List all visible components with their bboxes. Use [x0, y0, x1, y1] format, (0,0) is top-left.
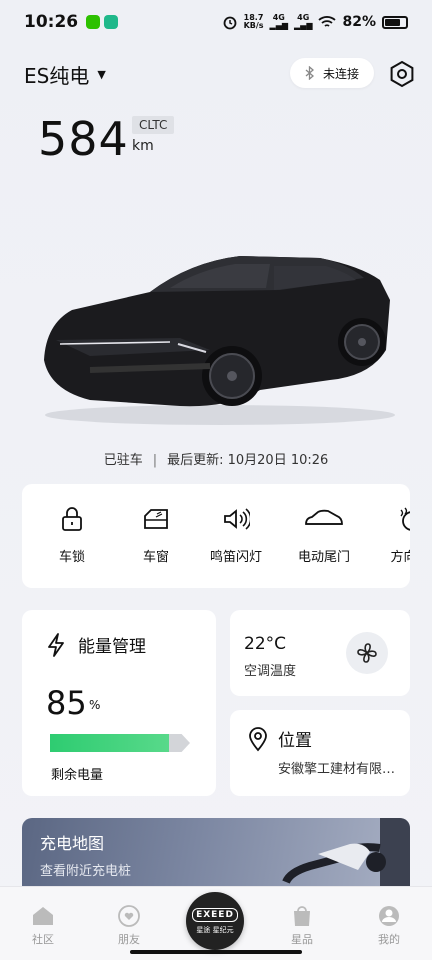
nav-profile[interactable]: 我的 — [359, 905, 419, 947]
model-selector[interactable]: ES纯电 ▼ — [24, 60, 106, 89]
brand-subtitle: 星途 星纪元 — [196, 925, 234, 934]
power-tailgate-control[interactable]: 电动尾门 — [284, 506, 364, 565]
friends-icon — [118, 905, 140, 927]
window-control[interactable]: 车窗 — [116, 506, 196, 565]
signal-2: 4G ▂▄▆ — [294, 13, 313, 30]
charging-map-card[interactable]: 充电地图 查看附近充电桩 — [22, 818, 410, 888]
parked-status: 已驻车 — [103, 453, 143, 468]
range-value: 584 — [38, 112, 129, 166]
battery-level-unit: % — [89, 698, 101, 712]
location-card[interactable]: 位置 安徽擎工建材有限公司 — [230, 710, 410, 796]
car-image — [44, 256, 395, 425]
charging-map-subtitle: 查看附近充电桩 — [40, 864, 132, 879]
range-unit: km — [132, 138, 154, 154]
battery-level-bar — [50, 734, 190, 752]
nav-shop[interactable]: 星品 — [272, 905, 332, 947]
battery-level-fill — [50, 734, 169, 752]
battery-icon — [382, 15, 408, 29]
steering-wheel-label: 方向盘 — [390, 550, 410, 565]
horn-lights-label: 鸣笛闪灯 — [209, 550, 262, 565]
fan-icon — [357, 643, 377, 663]
lightning-icon — [48, 633, 64, 657]
vehicle-status-line: 已驻车 | 最后更新: 10月20日 10:26 — [103, 453, 329, 468]
bluetooth-icon — [305, 66, 314, 80]
car-trunk-icon — [305, 509, 343, 525]
window-icon — [144, 509, 168, 529]
climate-label: 空调温度 — [244, 664, 297, 679]
lock-icon — [62, 507, 82, 531]
window-label: 车窗 — [142, 550, 169, 565]
range-standard: CLTC — [132, 116, 175, 134]
model-name: ES纯电 — [24, 64, 90, 88]
home-indicator[interactable] — [130, 950, 302, 954]
shop-icon — [294, 906, 310, 926]
nav-friends[interactable]: 朋友 — [99, 905, 159, 947]
bluetooth-connection-button[interactable]: 未连接 — [290, 58, 374, 88]
climate-temperature: 22°C — [244, 634, 287, 654]
settings-icon[interactable] — [388, 60, 416, 88]
lock-label: 车锁 — [58, 550, 85, 565]
app-notification-icon — [104, 15, 119, 29]
wechat-icon — [86, 15, 101, 29]
alarm-icon — [223, 16, 236, 30]
location-pin-icon — [249, 727, 267, 752]
location-title: 位置 — [278, 731, 312, 751]
fan-button[interactable] — [346, 632, 388, 674]
remaining-charge-label: 剩余电量 — [51, 768, 104, 783]
brand-home-button[interactable]: EXEED 星途 星纪元 — [186, 892, 244, 950]
wifi-icon — [318, 16, 337, 27]
net-speed: 18.7 KB/s — [243, 13, 264, 30]
horn-icon — [224, 508, 250, 530]
energy-title: 能量管理 — [78, 637, 146, 657]
nav-community[interactable]: 社区 — [13, 905, 73, 947]
horn-lights-control[interactable]: 鸣笛闪灯 — [196, 506, 276, 565]
profile-icon — [379, 906, 399, 926]
status-right: 18.7 KB/s 4G ▂▄▆ 4G ▂▄▆ 82% — [222, 14, 408, 30]
brand-logo: EXEED — [192, 907, 238, 922]
lock-control[interactable]: 车锁 — [32, 506, 112, 565]
connection-status: 未连接 — [322, 66, 359, 81]
battery-level-value: 85 — [46, 684, 87, 722]
quick-controls-card: 车锁 车窗 鸣笛闪灯 电动尾门 方向盘 — [22, 484, 410, 588]
climate-card[interactable]: 22°C 空调温度 — [230, 610, 410, 696]
status-bar: 10:26 18.7 KB/s 4G ▂▄▆ 4G ▂▄▆ 82% — [0, 0, 432, 44]
power-tailgate-label: 电动尾门 — [297, 550, 350, 565]
charging-plug-image — [282, 818, 410, 888]
status-time: 10:26 — [24, 12, 79, 32]
last-updated: 最后更新: 10月20日 10:26 — [167, 453, 329, 468]
battery-percent: 82% — [342, 14, 376, 30]
caret-down-icon: ▼ — [97, 68, 106, 81]
charging-map-title: 充电地图 — [40, 834, 105, 853]
location-address: 安徽擎工建材有限公司 — [278, 762, 398, 777]
steering-heat-icon — [400, 507, 410, 531]
signal-1: 4G ▂▄▆ — [269, 13, 289, 30]
community-icon — [33, 907, 53, 925]
steering-wheel-heat-control[interactable]: 方向盘 — [370, 506, 410, 565]
